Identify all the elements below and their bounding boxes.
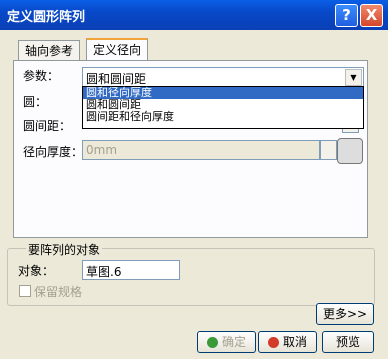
- tab-axial-reference[interactable]: 轴向参考: [18, 40, 81, 61]
- dropdown-option[interactable]: 圆间距和径向厚度: [83, 111, 363, 123]
- thickness-label: 径向厚度：: [23, 145, 84, 159]
- preview-button[interactable]: 预览: [322, 331, 374, 353]
- close-button[interactable]: X: [360, 4, 383, 27]
- param-combo[interactable]: 圆和圆间距 ▼: [82, 67, 364, 87]
- ok-label: 确定: [221, 335, 246, 349]
- more-button[interactable]: 更多>>: [316, 303, 374, 325]
- measure-tool-icon[interactable]: [337, 138, 363, 164]
- circle-label: 圆：: [23, 95, 48, 109]
- title-bar: 定义圆形阵列 ? X: [0, 0, 388, 30]
- cancel-button[interactable]: 取消: [258, 331, 317, 353]
- group-title: 要阵列的对象: [26, 241, 103, 258]
- spacing-label: 圆间距：: [23, 119, 72, 133]
- close-icon: X: [365, 6, 378, 24]
- object-label: 对象：: [18, 264, 55, 278]
- object-value: 草图.6: [86, 265, 122, 279]
- thickness-spinner[interactable]: [320, 140, 337, 160]
- help-button[interactable]: ?: [335, 4, 358, 27]
- thickness-value: 0mm: [86, 143, 118, 157]
- keep-spec-checkbox[interactable]: [19, 285, 31, 297]
- help-icon: ?: [342, 6, 351, 24]
- dropdown-arrow-icon[interactable]: ▼: [345, 69, 362, 86]
- dropdown-list: 圆和径向厚度 圆和圆间距 圆间距和径向厚度: [82, 86, 364, 129]
- param-value: 圆和圆间距: [86, 72, 147, 86]
- thickness-field[interactable]: 0mm: [82, 140, 320, 160]
- window-title: 定义圆形阵列: [7, 10, 86, 25]
- object-field[interactable]: 草图.6: [82, 260, 180, 280]
- keep-spec-label: 保留规格: [34, 285, 83, 299]
- ok-button[interactable]: 确定: [197, 331, 256, 353]
- tab-define-radial[interactable]: 定义径向: [86, 38, 149, 62]
- ok-icon: [206, 337, 218, 348]
- cancel-icon: [267, 337, 279, 348]
- cancel-label: 取消: [282, 335, 307, 349]
- param-label: 参数：: [23, 69, 60, 83]
